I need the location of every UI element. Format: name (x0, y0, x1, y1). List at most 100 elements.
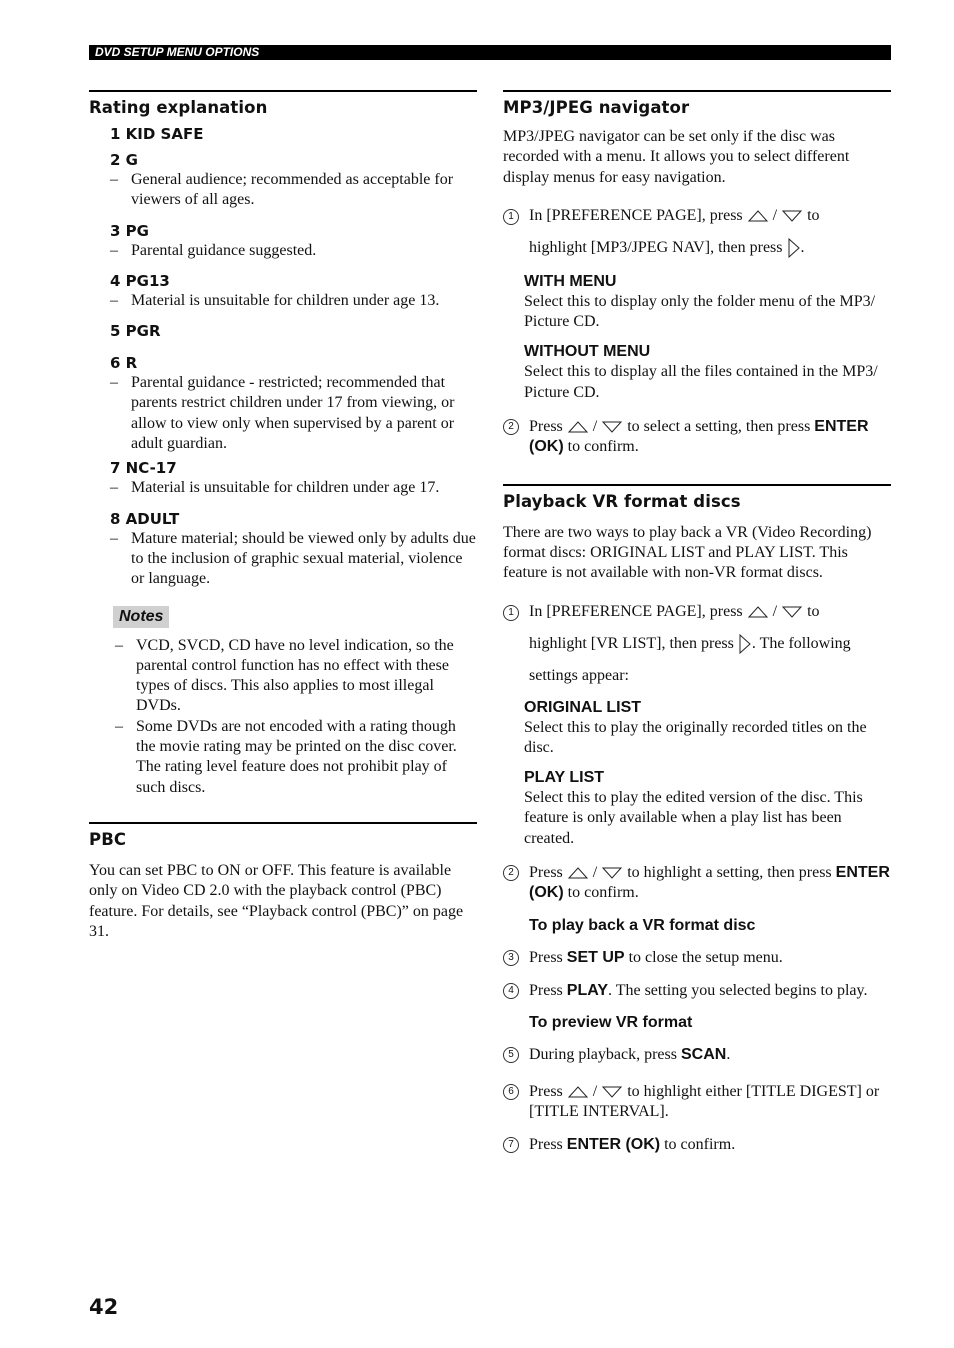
option-label: WITH MENU (524, 272, 617, 290)
mp3-options: WITH MENU Select this to display only th… (503, 272, 891, 403)
section-header-bar: DVD SETUP MENU OPTIONS (89, 45, 891, 60)
key-label: ENTER (OK) (566, 1136, 661, 1154)
step-text: highlight [MP3/JPEG NAV], then press (529, 238, 783, 256)
option-desc: Select this to display all the files con… (524, 363, 878, 401)
right-triangle-icon (788, 238, 800, 259)
mp3-step-1: 1 In [PREFERENCE PAGE], press / to highl… (503, 200, 891, 264)
up-triangle-icon (747, 210, 768, 222)
up-triangle-icon (747, 606, 768, 618)
vr-subheading-preview: To preview VR format (529, 1014, 693, 1032)
step-separator: / (772, 602, 778, 620)
rating-level-label: 1 KID SAFE (110, 125, 204, 143)
rating-desc-list: General audience; recommended as accepta… (89, 170, 477, 211)
step-text: . (726, 1046, 731, 1064)
step-text: . (800, 238, 805, 256)
rating-desc: Material is unsuitable for children unde… (89, 291, 477, 312)
down-triangle-icon (602, 1086, 623, 1098)
notes-label: Notes (113, 605, 170, 628)
step-text: Press (529, 948, 563, 966)
vr-step-3: 3 Press SET UP to close the setup menu. (503, 948, 891, 968)
vr-format-title: Playback VR format discs (503, 491, 741, 511)
mp3-step-2: 2 Press / to select a setting, then pres… (503, 417, 891, 458)
step-text: During playback, press (529, 1046, 677, 1064)
right-column: MP3/JPEG navigator MP3/JPEG navigator ca… (503, 90, 891, 1155)
vr-step-2: 2 Press / to highlight a setting, then p… (503, 863, 891, 904)
step-number: 2 (503, 419, 519, 436)
rating-desc: Parental guidance suggested. (89, 241, 477, 262)
step-text: Press (529, 418, 563, 436)
note-item: VCD, SVCD, CD have no level indication, … (89, 636, 477, 717)
vr-intro: There are two ways to play back a VR (Vi… (503, 523, 872, 582)
rating-desc: Mature material; should be viewed only b… (89, 529, 477, 590)
step-separator: / (772, 206, 778, 224)
step-text: to confirm. (567, 438, 639, 456)
notes-box: Notes VCD, SVCD, CD have no level indica… (89, 605, 477, 798)
step-number: 7 (503, 1137, 519, 1154)
down-triangle-icon (602, 867, 623, 880)
section-divider (89, 821, 477, 824)
section-header-title: DVD SETUP MENU OPTIONS (95, 45, 260, 59)
page-number: 42 (89, 1295, 119, 1319)
key-label: SET UP (566, 948, 625, 966)
down-triangle-icon (781, 606, 803, 618)
key-label: PLAY (566, 981, 608, 999)
option-desc: Select this to play the edited version o… (524, 789, 863, 847)
step-text: to confirm. (664, 1136, 736, 1154)
step-number: 6 (503, 1083, 519, 1100)
rating-level-label: 8 ADULT (110, 509, 180, 528)
step-separator: / (592, 1082, 598, 1100)
up-triangle-icon (567, 421, 588, 433)
step-text: to close the setup menu. (628, 948, 783, 966)
step-number: 4 (503, 982, 519, 999)
option-desc: Select this to play the originally recor… (524, 718, 867, 756)
pbc-title: PBC (89, 829, 127, 849)
option-label: ORIGINAL LIST (524, 698, 642, 716)
up-triangle-icon (567, 867, 588, 879)
rating-level-label: 4 PG13 (110, 271, 170, 290)
left-column: Rating explanation 1 KID SAFE 2 G Genera… (89, 90, 477, 942)
step-text: Press (529, 1082, 563, 1100)
step-number: 5 (503, 1047, 519, 1064)
down-triangle-icon (602, 421, 623, 434)
up-triangle-icon (567, 1086, 588, 1098)
rating-level-label: 6 R (110, 354, 138, 373)
step-number: 1 (503, 208, 519, 225)
rating-desc: Material is unsuitable for children unde… (89, 478, 477, 499)
rating-level-label: 2 G (110, 151, 138, 169)
rating-desc: General audience; recommended as accepta… (89, 170, 477, 211)
option-label: PLAY LIST (524, 769, 605, 787)
step-text: In [PREFERENCE PAGE], press (529, 206, 743, 224)
rating-levels: 1 KID SAFE 2 G (89, 124, 477, 170)
step-number: 3 (503, 949, 519, 966)
rating-level-label: 5 PGR (110, 322, 161, 341)
step-separator: / (592, 418, 598, 436)
vr-step-1: 1 In [PREFERENCE PAGE], press / to highl… (503, 596, 891, 692)
vr-step-6: 6 Press / to highlight either [TITLE DIG… (503, 1082, 891, 1123)
step-text: to (807, 206, 820, 224)
step-number: 1 (503, 604, 519, 621)
step-text: . The setting you selected begins to pla… (607, 981, 868, 999)
vr-step-4: 4 Press PLAY. The setting you selected b… (503, 981, 891, 1001)
rating-level-label: 7 NC-17 (110, 459, 177, 478)
section-divider (89, 90, 477, 92)
rating-level-label: 3 PG (110, 221, 149, 240)
pbc-body: You can set PBC to ON or OFF. This featu… (89, 861, 464, 940)
section-divider (503, 483, 891, 486)
down-triangle-icon (781, 210, 803, 222)
key-label: SCAN (680, 1046, 727, 1064)
step-text: to confirm. (567, 884, 639, 902)
rating-desc: Parental guidance - restricted; recommen… (89, 373, 477, 454)
step-text: Press (529, 864, 563, 882)
option-desc: Select this to display only the folder m… (524, 292, 876, 331)
step-text: In [PREFERENCE PAGE], press (529, 602, 743, 620)
step-separator: / (592, 864, 598, 882)
vr-step-5: 5 During playback, press SCAN. (503, 1045, 891, 1065)
step-text: Press (529, 981, 563, 999)
section-divider (503, 90, 891, 92)
step-text: to select a setting, then press (627, 418, 811, 436)
option-label: WITHOUT MENU (524, 343, 651, 361)
vr-subheading-play: To play back a VR format disc (529, 916, 756, 934)
step-text: Press (529, 1136, 563, 1154)
step-text: to highlight a setting, then press (627, 864, 832, 882)
mp3-intro: MP3/JPEG navigator can be set only if th… (503, 128, 850, 186)
